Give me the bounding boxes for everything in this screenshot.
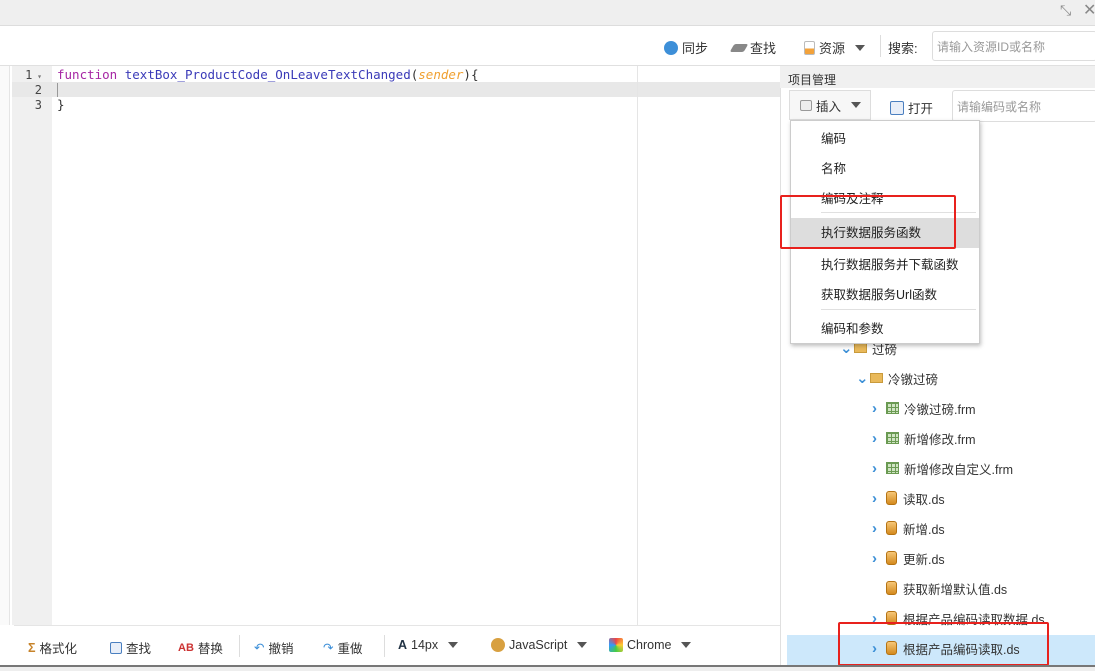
language-dropdown[interactable]: JavaScript bbox=[491, 638, 588, 652]
resource-dropdown[interactable]: 资源 bbox=[804, 38, 866, 57]
panel-toolbar: 插入 打开 请输编码或名称 bbox=[786, 90, 1095, 124]
chevron-down-icon bbox=[851, 102, 862, 108]
title-bar: ⤡ ✕ bbox=[0, 0, 1095, 26]
tree-item[interactable]: › 新增.ds bbox=[872, 513, 945, 543]
tree-item[interactable]: 获取新增默认值.ds bbox=[872, 573, 1007, 603]
find-button[interactable]: 查找 bbox=[110, 638, 151, 657]
chevron-right-icon[interactable]: › bbox=[872, 490, 882, 507]
close-icon[interactable]: ✕ bbox=[1083, 0, 1095, 20]
folder-icon bbox=[854, 343, 867, 353]
highlight-box bbox=[838, 622, 1049, 666]
browser-dropdown[interactable]: Chrome bbox=[609, 638, 692, 652]
tree-item[interactable]: › 冷镦过磅.frm bbox=[872, 393, 976, 423]
form-icon bbox=[886, 432, 899, 444]
form-icon bbox=[886, 462, 899, 474]
database-icon bbox=[886, 581, 897, 595]
document-icon bbox=[804, 40, 815, 55]
chevron-down-icon bbox=[577, 642, 588, 648]
grid-icon bbox=[609, 638, 623, 652]
chevron-right-icon[interactable]: › bbox=[872, 430, 882, 447]
database-icon bbox=[886, 521, 897, 535]
code-line[interactable]: function textBox_ProductCode_OnLeaveText… bbox=[57, 67, 478, 82]
font-icon: A bbox=[398, 638, 408, 652]
menu-item[interactable]: 名称 bbox=[791, 154, 979, 184]
line-number: 3 bbox=[34, 98, 42, 112]
find-button[interactable]: 查找 bbox=[729, 38, 776, 57]
format-button[interactable]: Σ 格式化 bbox=[28, 638, 77, 657]
status-strip bbox=[0, 665, 1095, 671]
insert-dropdown[interactable]: 插入 bbox=[789, 90, 871, 120]
font-size-dropdown[interactable]: A 14px bbox=[398, 638, 459, 652]
replace-icon: AB bbox=[178, 641, 194, 654]
active-line bbox=[12, 82, 780, 97]
replace-button[interactable]: AB 替换 bbox=[178, 638, 223, 657]
code-line[interactable]: } bbox=[57, 97, 65, 112]
resource-search-input[interactable]: 请输入资源ID或名称 bbox=[932, 31, 1095, 61]
chevron-down-icon[interactable]: ⌄ bbox=[856, 369, 869, 387]
redo-icon: ↷ bbox=[323, 641, 334, 655]
undo-button[interactable]: ↶ 撤销 bbox=[254, 638, 294, 657]
project-search-input[interactable]: 请输编码或名称 bbox=[952, 90, 1095, 122]
magnifier-icon bbox=[110, 641, 122, 654]
database-icon bbox=[886, 551, 897, 565]
chevron-right-icon[interactable]: › bbox=[872, 520, 882, 537]
panel-title: 项目管理 bbox=[780, 66, 1095, 88]
redo-button[interactable]: ↷ 重做 bbox=[323, 638, 363, 657]
highlight-box bbox=[780, 195, 956, 249]
folder-icon bbox=[870, 373, 883, 383]
search-label: 搜索: bbox=[888, 41, 918, 56]
undo-icon: ↶ bbox=[254, 641, 265, 655]
line-gutter bbox=[12, 66, 52, 625]
tree-item[interactable]: › 新增修改自定义.frm bbox=[872, 453, 1013, 483]
chevron-down-icon bbox=[855, 44, 866, 51]
tree-item[interactable]: › 更新.ds bbox=[872, 543, 945, 573]
sigma-icon: Σ bbox=[28, 640, 36, 655]
sync-button[interactable]: 同步 bbox=[664, 38, 708, 57]
main-toolbar: 同步 查找 资源 搜索: 请输入资源ID或名称 bbox=[0, 26, 1095, 66]
text-cursor bbox=[57, 83, 58, 97]
chevron-right-icon[interactable]: › bbox=[872, 400, 882, 417]
line-number: 2 bbox=[34, 83, 42, 97]
eraser-icon bbox=[729, 43, 749, 52]
tree-item[interactable]: › 读取.ds bbox=[872, 483, 945, 513]
menu-item[interactable]: 编码 bbox=[791, 124, 979, 154]
line-number: 1 ▾ bbox=[25, 68, 42, 82]
print-margin bbox=[637, 66, 638, 625]
chevron-down-icon bbox=[448, 642, 459, 648]
compress-icon[interactable]: ⤡ bbox=[1060, 2, 1071, 19]
form-icon bbox=[886, 402, 899, 414]
database-icon bbox=[886, 491, 897, 505]
open-button[interactable]: 打开 bbox=[890, 98, 933, 117]
language-icon bbox=[491, 638, 505, 652]
magnifier-icon bbox=[890, 100, 904, 115]
menu-item[interactable]: 获取数据服务Url函数 bbox=[791, 280, 979, 310]
insert-icon bbox=[800, 99, 812, 111]
chevron-right-icon[interactable]: › bbox=[872, 460, 882, 477]
chevron-right-icon[interactable]: › bbox=[872, 550, 882, 567]
sync-icon bbox=[664, 40, 678, 55]
menu-item[interactable]: 编码和参数 bbox=[791, 314, 979, 344]
tree-item[interactable]: › 新增修改.frm bbox=[872, 423, 976, 453]
left-strip bbox=[0, 66, 10, 625]
editor-toolbar: Σ 格式化 查找 AB 替换 ↶ 撤销 ↷ 重做 A 14px JavaScript Ch… bbox=[14, 625, 780, 665]
chevron-down-icon bbox=[681, 642, 692, 648]
tree-item[interactable]: ⌄ 冷镦过磅 bbox=[856, 363, 938, 393]
menu-item[interactable]: 执行数据服务并下载函数 bbox=[791, 250, 979, 280]
